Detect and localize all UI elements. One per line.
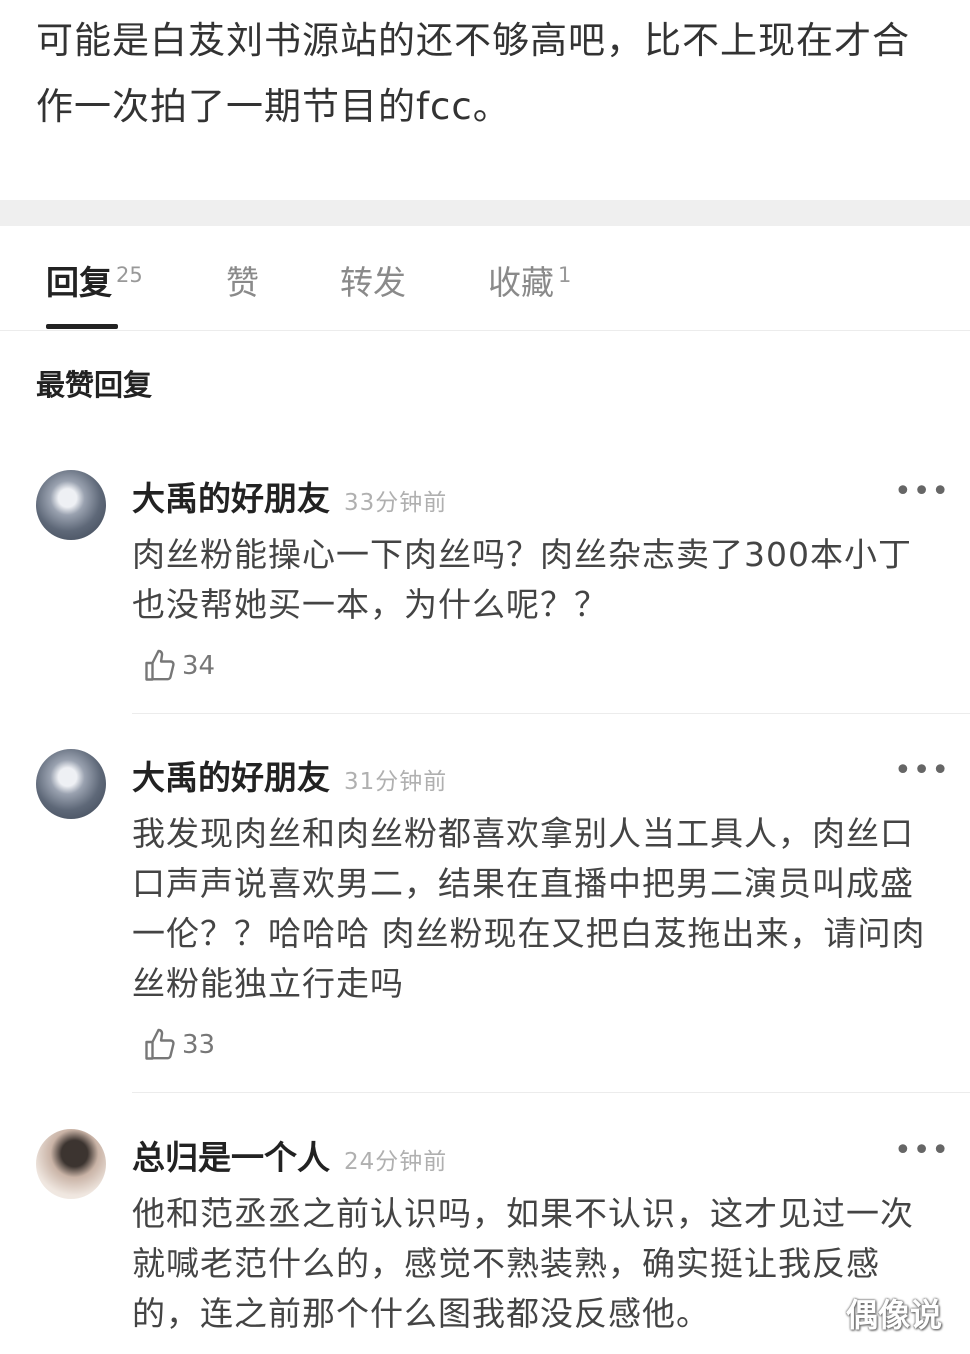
comment-separator (132, 713, 970, 714)
comment-item: 总归是一个人 24分钟前 ••• 他和范丞丞之前认识吗，如果不认识，这才见过一次就… (0, 1129, 970, 1354)
comment-text: 我发现肉丝和肉丝粉都喜欢拿别人当工具人，肉丝口口声声说喜欢男二，结果在直播中把男… (132, 814, 926, 1003)
comment-text: 他和范丞丞之前认识吗，如果不认识，这才见过一次就喊老范什么的，感觉不熟装熟，确实… (132, 1194, 914, 1333)
thumbs-up-icon (145, 1028, 175, 1060)
tab-bar: 回复 25 赞 转发 收藏 1 (0, 226, 970, 331)
thumbs-up-icon (145, 649, 175, 681)
like-count: 34 (182, 651, 216, 681)
tab-replies-count: 25 (116, 263, 143, 287)
comment-username[interactable]: 大禹的好朋友 (132, 758, 330, 797)
tab-favorites-label: 收藏 (488, 263, 554, 302)
comment-username[interactable]: 大禹的好朋友 (132, 479, 330, 518)
avatar[interactable] (36, 1129, 106, 1199)
comment-time: 31分钟前 (344, 769, 448, 795)
avatar[interactable] (36, 749, 106, 819)
post-text: 可能是白芨刘书源站的还不够高吧，比不上现在才合作一次拍了一期节目的fcc。 (36, 19, 910, 128)
like-button[interactable]: 34 (142, 648, 215, 684)
tab-reposts-label: 转发 (340, 263, 406, 302)
tab-likes[interactable]: 赞 (226, 256, 259, 304)
tab-reposts[interactable]: 转发 (340, 256, 406, 304)
comment-item: 大禹的好朋友 31分钟前 ••• 我发现肉丝和肉丝粉都喜欢拿别人当工具人，肉丝口口… (0, 749, 970, 1094)
comment-username-wrap: 大禹的好朋友 31分钟前 (132, 751, 447, 799)
tab-replies-label: 回复 (46, 263, 112, 302)
more-dots-icon[interactable]: ••• (894, 477, 950, 507)
watermark: 偶像说 (846, 1296, 943, 1334)
like-count: 33 (182, 1030, 216, 1060)
more-dots-icon[interactable]: ••• (894, 756, 950, 786)
comment-separator (132, 1092, 970, 1093)
comment-username-wrap: 总归是一个人 24分钟前 (132, 1131, 447, 1179)
section-title: 最赞回复 (36, 368, 153, 402)
section-divider (0, 200, 970, 226)
tab-favorites-count: 1 (558, 263, 572, 287)
comment-text: 肉丝粉能操心一下肉丝吗？肉丝杂志卖了300本小丁也没帮她买一本，为什么呢？？ (132, 535, 912, 624)
comment-username[interactable]: 总归是一个人 (132, 1138, 330, 1177)
more-dots-icon[interactable]: ••• (894, 1136, 950, 1166)
avatar[interactable] (36, 470, 106, 540)
comment-time: 33分钟前 (344, 490, 448, 516)
comment-username-wrap: 大禹的好朋友 33分钟前 (132, 472, 447, 520)
comment-item: 大禹的好朋友 33分钟前 ••• 肉丝粉能操心一下肉丝吗？肉丝杂志卖了300本小丁… (0, 470, 970, 715)
like-button[interactable]: 33 (142, 1027, 215, 1063)
tab-likes-label: 赞 (226, 263, 259, 302)
active-tab-indicator (46, 324, 118, 329)
comment-time: 24分钟前 (344, 1149, 448, 1175)
tab-replies[interactable]: 回复 25 (46, 256, 143, 304)
tab-favorites[interactable]: 收藏 1 (488, 256, 571, 304)
